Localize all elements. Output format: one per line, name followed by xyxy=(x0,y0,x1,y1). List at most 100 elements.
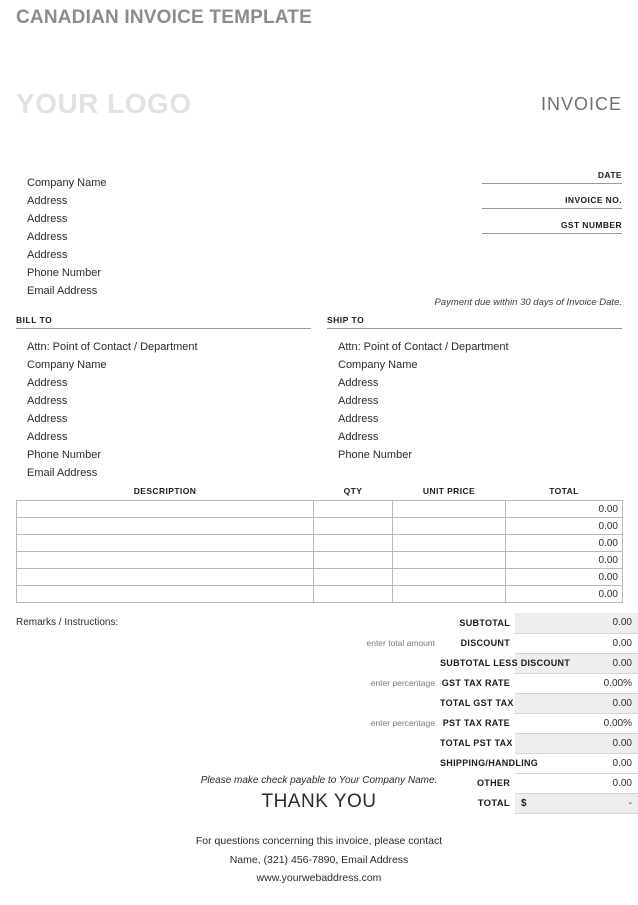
brand-row: YOUR LOGO INVOICE xyxy=(16,88,622,122)
column-header-qty: QTY xyxy=(343,486,363,496)
table-row[interactable]: 0.00 xyxy=(16,551,623,569)
totals-value[interactable]: 0.00% xyxy=(515,673,638,694)
payment-terms-note: Payment due within 30 days of Invoice Da… xyxy=(434,297,622,308)
bill-to-line[interactable]: Email Address xyxy=(27,464,311,482)
cell-qty[interactable] xyxy=(313,534,393,552)
totals-hint: enter percentage xyxy=(370,718,435,728)
cell-unit-price[interactable] xyxy=(392,517,506,535)
company-line[interactable]: Address xyxy=(27,246,106,264)
cell-description[interactable] xyxy=(16,551,314,569)
table-row[interactable]: 0.00 xyxy=(16,517,623,535)
cell-qty[interactable] xyxy=(313,585,393,603)
ship-to-line[interactable]: Address xyxy=(338,392,622,410)
bill-to-block: BILL TO Attn: Point of Contact / Departm… xyxy=(16,315,311,482)
cell-description[interactable] xyxy=(16,500,314,518)
cell-total[interactable]: 0.00 xyxy=(505,568,623,586)
totals-label: SUBTOTAL LESS DISCOUNT xyxy=(440,658,571,668)
cell-description[interactable] xyxy=(16,517,314,535)
ship-to-line[interactable]: Attn: Point of Contact / Department xyxy=(338,338,622,356)
totals-hint: enter percentage xyxy=(370,678,435,688)
company-line[interactable]: Address xyxy=(27,192,106,210)
bill-to-lines[interactable]: Attn: Point of Contact / Department Compa… xyxy=(16,338,311,482)
cell-total[interactable]: 0.00 xyxy=(505,585,623,603)
meta-field-input-rule[interactable] xyxy=(482,183,622,184)
meta-field-gst-number[interactable]: GST NUMBER xyxy=(482,220,622,234)
totals-label: SHIPPING/HANDLING xyxy=(440,758,539,768)
meta-field-date[interactable]: DATE xyxy=(482,170,622,184)
invoice-meta-fields: DATE INVOICE NO. GST NUMBER xyxy=(482,170,622,245)
company-line[interactable]: Phone Number xyxy=(27,264,106,282)
cell-total[interactable]: 0.00 xyxy=(505,517,623,535)
bill-to-rule xyxy=(16,328,311,329)
line-items-header: DESCRIPTION QTY UNIT PRICE TOTAL xyxy=(17,486,623,501)
cell-total[interactable]: 0.00 xyxy=(505,551,623,569)
company-line[interactable]: Address xyxy=(27,228,106,246)
cell-unit-price[interactable] xyxy=(392,534,506,552)
cell-description[interactable] xyxy=(16,585,314,603)
totals-label: GST TAX RATE xyxy=(441,678,510,688)
totals-value[interactable]: 0.00 xyxy=(515,613,638,634)
meta-field-invoice-no[interactable]: INVOICE NO. xyxy=(482,195,622,209)
bill-to-line[interactable]: Company Name xyxy=(27,356,311,374)
cell-unit-price[interactable] xyxy=(392,500,506,518)
bill-to-line[interactable]: Address xyxy=(27,410,311,428)
company-line[interactable]: Company Name xyxy=(27,174,106,192)
meta-field-label: INVOICE NO. xyxy=(565,195,622,205)
ship-to-line[interactable]: Address xyxy=(338,428,622,446)
cell-description[interactable] xyxy=(16,534,314,552)
bill-to-line[interactable]: Address xyxy=(27,428,311,446)
totals-row-pst-tax-rate: enter percentage PST TAX RATE 0.00% xyxy=(341,713,638,734)
ship-to-line[interactable]: Address xyxy=(338,410,622,428)
logo-placeholder[interactable]: YOUR LOGO xyxy=(16,88,192,120)
payable-note: Please make check payable to Your Compan… xyxy=(200,775,438,786)
cell-qty[interactable] xyxy=(313,568,393,586)
ship-to-title: SHIP TO xyxy=(327,315,365,325)
contact-line-1: For questions concerning this invoice, p… xyxy=(195,835,443,847)
table-row[interactable]: 0.00 xyxy=(16,585,623,603)
totals-value[interactable]: 0.00% xyxy=(515,713,638,734)
totals-hint xyxy=(341,613,440,633)
totals-row-subtotal: SUBTOTAL 0.00 xyxy=(341,613,638,634)
cell-unit-price[interactable] xyxy=(392,585,506,603)
totals-value[interactable]: 0.00 xyxy=(515,733,638,754)
bill-to-line[interactable]: Address xyxy=(27,392,311,410)
totals-value[interactable]: 0.00 xyxy=(515,693,638,714)
company-line[interactable]: Address xyxy=(27,210,106,228)
table-row[interactable]: 0.00 xyxy=(16,534,623,552)
invoice-page: CANADIAN INVOICE TEMPLATE YOUR LOGO INVO… xyxy=(0,0,638,905)
table-row[interactable]: 0.00 xyxy=(16,568,623,586)
cell-qty[interactable] xyxy=(313,551,393,569)
meta-field-input-rule[interactable] xyxy=(482,233,622,234)
totals-hint xyxy=(341,653,440,673)
cell-description[interactable] xyxy=(16,568,314,586)
ship-to-line[interactable]: Address xyxy=(338,374,622,392)
company-info-block: Company Name Address Address Address Address… xyxy=(27,174,106,300)
totals-row-subtotal-less-discount: SUBTOTAL LESS DISCOUNT 0.00 xyxy=(341,653,638,674)
ship-to-line[interactable]: Company Name xyxy=(338,356,622,374)
bill-to-line[interactable]: Address xyxy=(27,374,311,392)
cell-unit-price[interactable] xyxy=(392,568,506,586)
bill-to-line[interactable]: Phone Number xyxy=(27,446,311,464)
contact-block: For questions concerning this invoice, p… xyxy=(0,832,638,870)
ship-to-rule xyxy=(327,328,622,329)
totals-label: DISCOUNT xyxy=(460,638,510,648)
cell-total[interactable]: 0.00 xyxy=(505,500,623,518)
ship-to-lines[interactable]: Attn: Point of Contact / Department Compa… xyxy=(327,338,622,464)
totals-label: PST TAX RATE xyxy=(442,718,510,728)
table-row[interactable]: 0.00 xyxy=(16,500,623,518)
totals-label: TOTAL GST TAX xyxy=(440,698,514,708)
cell-qty[interactable] xyxy=(313,517,393,535)
totals-value[interactable]: 0.00 xyxy=(515,633,638,654)
meta-field-input-rule[interactable] xyxy=(482,208,622,209)
remarks-label: Remarks / Instructions: xyxy=(16,617,119,628)
totals-hint xyxy=(341,693,440,713)
bill-to-line[interactable]: Attn: Point of Contact / Department xyxy=(27,338,311,356)
cell-total[interactable]: 0.00 xyxy=(505,534,623,552)
company-line[interactable]: Email Address xyxy=(27,282,106,300)
totals-row-total-pst-tax: TOTAL PST TAX 0.00 xyxy=(341,733,638,754)
cell-qty[interactable] xyxy=(313,500,393,518)
ship-to-line[interactable]: Phone Number xyxy=(338,446,622,464)
totals-label: SUBTOTAL xyxy=(459,618,510,628)
website-line: www.yourwebaddress.com xyxy=(256,872,382,884)
cell-unit-price[interactable] xyxy=(392,551,506,569)
